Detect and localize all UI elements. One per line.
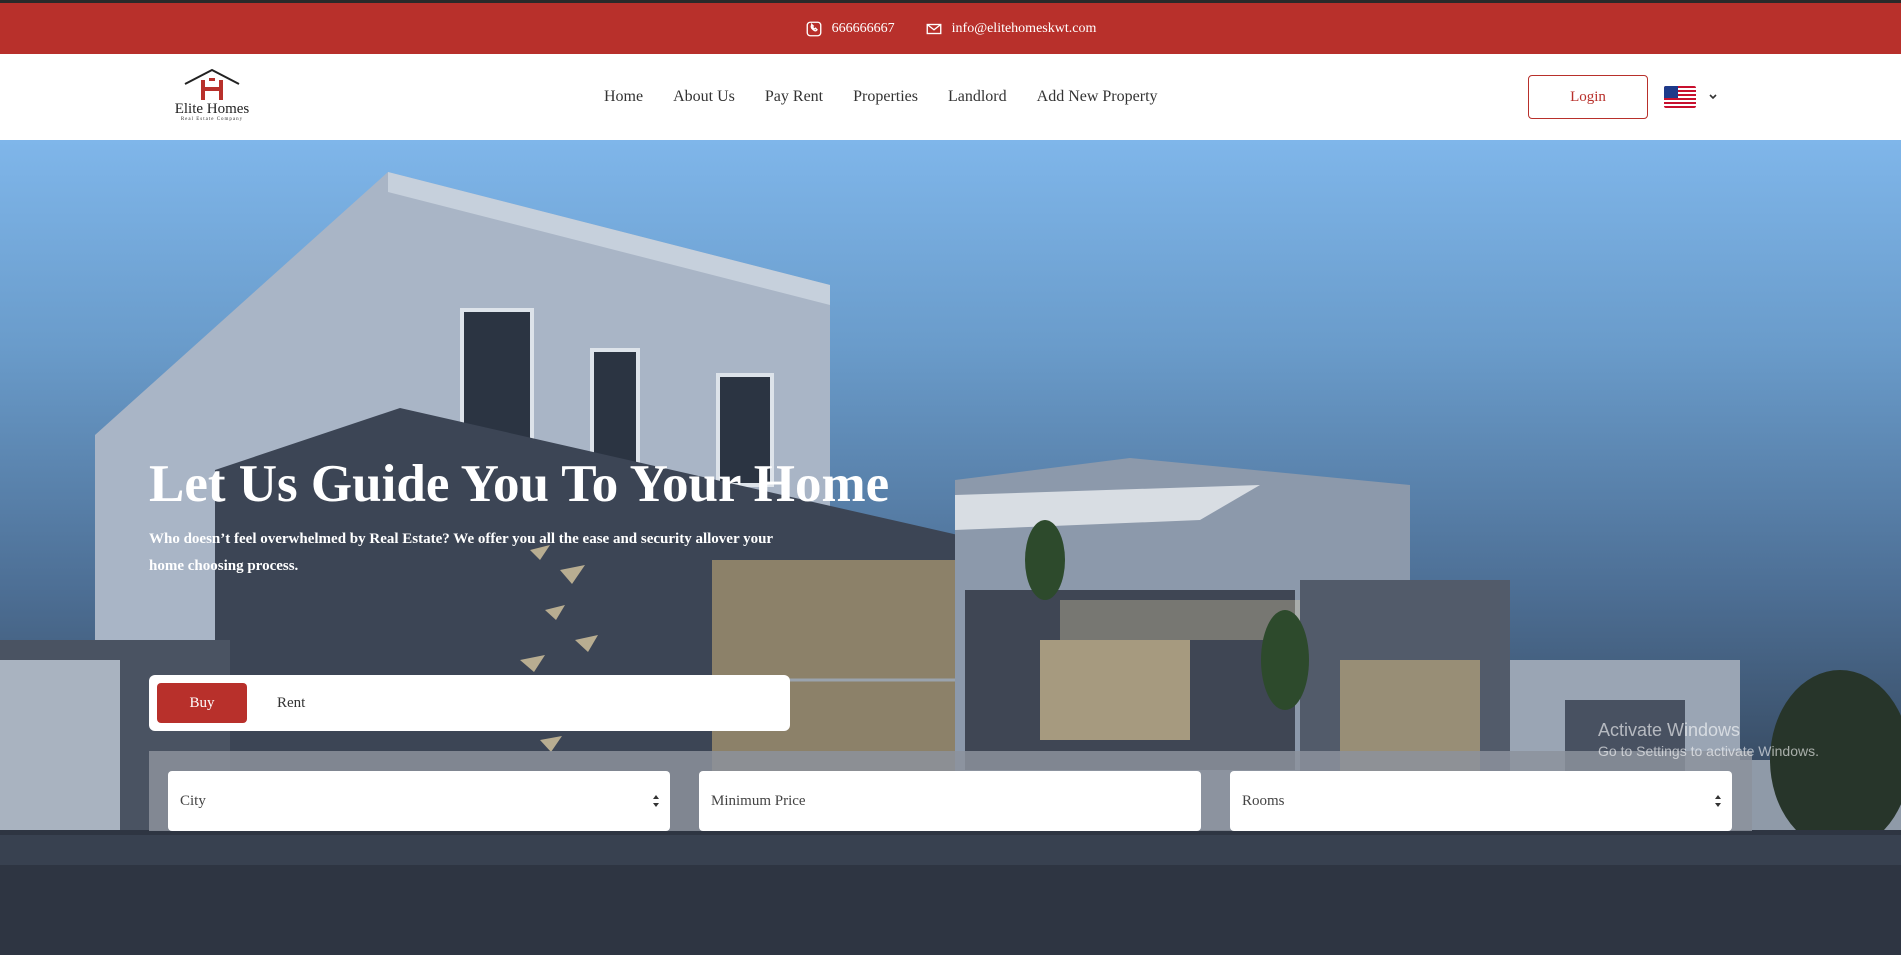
nav-properties[interactable]: Properties bbox=[853, 88, 918, 106]
login-button[interactable]: Login bbox=[1528, 75, 1648, 119]
city-select-label: City bbox=[180, 793, 206, 809]
phone-number: 666666667 bbox=[831, 20, 895, 36]
main-navbar: Elite Homes Real Estate Company Home Abo… bbox=[0, 54, 1901, 140]
envelope-icon bbox=[926, 23, 942, 34]
rooms-select-label: Rooms bbox=[1242, 793, 1285, 809]
phone-contact[interactable]: 666666667 bbox=[805, 20, 895, 38]
tab-buy[interactable]: Buy bbox=[157, 683, 247, 723]
nav-landlord[interactable]: Landlord bbox=[948, 88, 1007, 106]
watermark-line-2: Go to Settings to activate Windows. bbox=[1598, 743, 1819, 759]
property-search-panel: City Minimum Price Rooms bbox=[149, 751, 1752, 831]
tab-rent[interactable]: Rent bbox=[277, 695, 305, 712]
hero-section: Let Us Guide You To Your Home Who doesn’… bbox=[0, 140, 1901, 955]
windows-activation-watermark: Activate Windows Go to Settings to activ… bbox=[1598, 720, 1819, 759]
minimum-price-field[interactable]: Minimum Price bbox=[699, 771, 1201, 831]
search-type-tabs: Buy Rent bbox=[149, 675, 790, 731]
sort-arrows-icon bbox=[653, 795, 659, 807]
city-select[interactable]: City bbox=[168, 771, 670, 831]
primary-nav: Home About Us Pay Rent Properties Landlo… bbox=[604, 54, 1158, 140]
nav-home[interactable]: Home bbox=[604, 88, 643, 106]
nav-pay-rent[interactable]: Pay Rent bbox=[765, 88, 823, 106]
house-logo-icon bbox=[184, 68, 240, 100]
nav-about-us[interactable]: About Us bbox=[673, 88, 735, 106]
hero-subtitle: Who doesn’t feel overwhelmed by Real Est… bbox=[149, 531, 773, 574]
email-address: info@elitehomeskwt.com bbox=[951, 20, 1097, 36]
logo-name: Elite Homes bbox=[174, 101, 250, 117]
hero-title: Let Us Guide You To Your Home bbox=[149, 455, 890, 513]
phone-icon bbox=[806, 21, 822, 36]
site-logo[interactable]: Elite Homes Real Estate Company bbox=[172, 68, 252, 128]
language-selector[interactable] bbox=[1664, 86, 1718, 108]
chevron-down-icon bbox=[1709, 94, 1717, 100]
nav-add-new-property[interactable]: Add New Property bbox=[1037, 88, 1158, 106]
us-flag-icon bbox=[1664, 86, 1696, 108]
top-contact-bar: 666666667 info@elitehomeskwt.com bbox=[0, 0, 1901, 54]
minimum-price-placeholder: Minimum Price bbox=[711, 793, 806, 809]
rooms-select[interactable]: Rooms bbox=[1230, 771, 1732, 831]
sort-arrows-icon bbox=[1715, 795, 1721, 807]
watermark-line-1: Activate Windows bbox=[1598, 720, 1741, 740]
email-contact[interactable]: info@elitehomeskwt.com bbox=[925, 20, 1097, 38]
logo-tagline: Real Estate Company bbox=[180, 117, 244, 122]
